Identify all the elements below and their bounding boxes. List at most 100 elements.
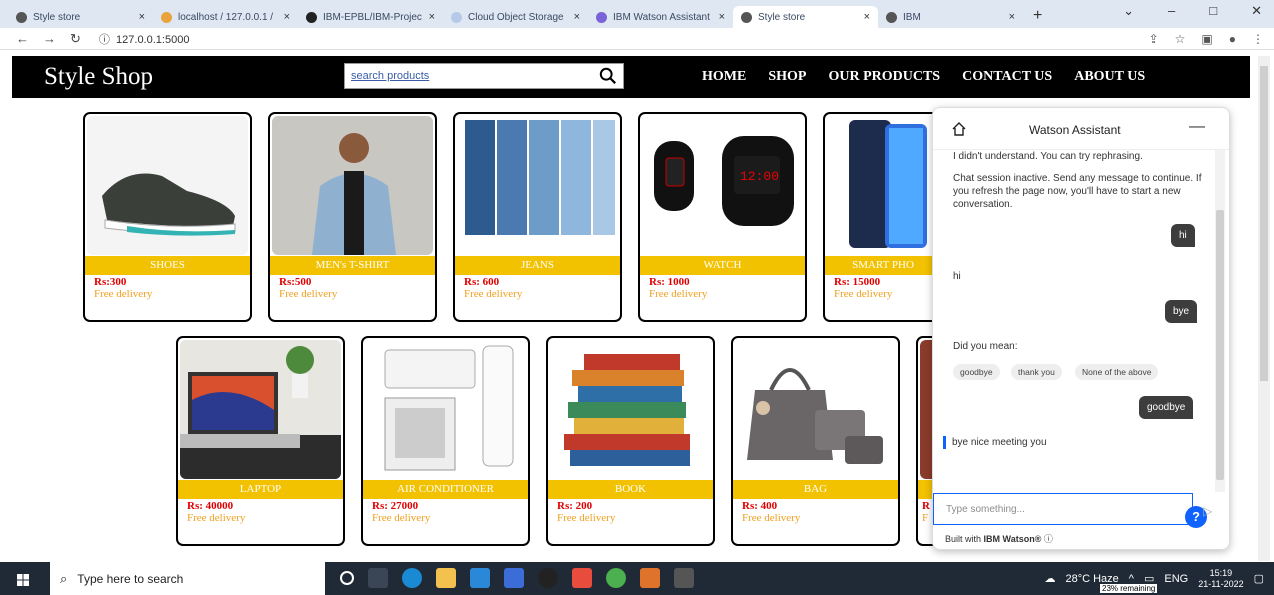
search-input[interactable]: search products [344, 63, 624, 89]
main-menu: HOME SHOP OUR PRODUCTS CONTACT US ABOUT … [702, 69, 1145, 85]
product-image-air-conditioner [365, 340, 526, 479]
browser-tab-bar: Style store × localhost / 127.0.0.1 /× IB… [0, 0, 1274, 28]
cloud-icon [451, 11, 462, 23]
product-name: BAG [733, 480, 898, 499]
close-tab-icon[interactable]: × [284, 11, 290, 23]
suggestion-chip[interactable]: None of the above [1075, 364, 1159, 380]
app-icon[interactable] [640, 568, 660, 588]
edge-icon[interactable] [402, 568, 422, 588]
bot-message: hi [953, 271, 961, 282]
search-placeholder: search products [351, 70, 430, 82]
close-tab-icon[interactable]: × [139, 11, 145, 23]
suggestion-chip[interactable]: goodbye [953, 364, 1000, 380]
weather-icon[interactable]: ☁ [1044, 572, 1055, 585]
send-icon[interactable]: ▷ [1203, 504, 1212, 518]
product-card-smartphone[interactable]: SMART PHO Rs: 15000 Free delivery [823, 112, 943, 322]
product-name: SHOES [85, 256, 250, 275]
product-card-jeans[interactable]: JEANS Rs: 600 Free delivery [453, 112, 622, 322]
sidebar-icon[interactable]: ▣ [1201, 32, 1212, 46]
minimize-button[interactable]: – [1168, 3, 1175, 19]
product-price: Rs:300 [94, 276, 127, 288]
browser-tab[interactable]: IBM-EPBL/IBM-Projec × [298, 6, 443, 28]
language-indicator[interactable]: ENG [1164, 573, 1188, 585]
product-card-shoes[interactable]: SHOES Rs:300 Free delivery [83, 112, 252, 322]
browser-tab[interactable]: localhost / 127.0.0.1 /× [153, 6, 298, 28]
menu-contact-us[interactable]: CONTACT US [962, 69, 1052, 85]
minimize-chat-icon[interactable]: — [1189, 118, 1205, 136]
reload-icon[interactable]: ↻ [70, 31, 81, 47]
product-card-air-conditioner[interactable]: AIR CONDITIONER Rs: 27000 Free delivery [361, 336, 530, 546]
user-message: bye [1165, 300, 1198, 323]
close-window-button[interactable]: ✕ [1251, 3, 1262, 19]
store-icon[interactable] [504, 568, 524, 588]
file-explorer-icon[interactable] [436, 568, 456, 588]
app-icon[interactable] [572, 568, 592, 588]
product-name: SMART PHO [825, 256, 941, 275]
product-delivery: Free delivery [649, 288, 708, 300]
product-delivery: Free delivery [464, 288, 523, 300]
product-card-laptop[interactable]: LAPTOP Rs: 40000 Free delivery [176, 336, 345, 546]
terminal-icon[interactable] [674, 568, 694, 588]
search-icon[interactable] [599, 67, 617, 85]
chevron-up-icon[interactable]: ^ [1129, 573, 1134, 585]
product-card-watch[interactable]: 12:00 WATCH Rs: 1000 Free delivery [638, 112, 807, 322]
watson-chat-widget: Watson Assistant — I didn't understand. … [932, 107, 1230, 550]
chrome-icon[interactable] [606, 568, 626, 588]
url-field[interactable]: ⓘ 127.0.0.1:5000 [99, 31, 190, 47]
site-logo[interactable]: Style Shop [44, 63, 153, 91]
product-image-tshirt [272, 116, 433, 255]
close-tab-icon[interactable]: × [719, 11, 725, 23]
taskbar-apps [340, 568, 694, 588]
product-delivery: Free delivery [94, 288, 153, 300]
product-name: MEN's T-SHIRT [270, 256, 435, 275]
product-name: AIR CONDITIONER [363, 480, 528, 499]
weather-text[interactable]: 28°C Haze [1065, 573, 1118, 585]
browser-tab[interactable]: Cloud Object Storage × [443, 6, 588, 28]
taskbar-search[interactable]: ⌕ Type here to search [50, 562, 325, 595]
chat-scrollbar[interactable] [1215, 150, 1225, 492]
browser-tab[interactable]: IBM × [878, 6, 1023, 28]
windows-start-icon[interactable] [17, 574, 29, 586]
product-image-book [550, 340, 711, 479]
menu-about-us[interactable]: ABOUT US [1074, 69, 1145, 85]
profile-avatar[interactable]: ● [1229, 32, 1236, 46]
back-icon[interactable]: ← [16, 31, 29, 47]
maximize-button[interactable]: □ [1209, 3, 1217, 19]
suggestion-chip[interactable]: thank you [1011, 364, 1062, 380]
info-icon[interactable]: ⓘ [1044, 534, 1053, 544]
mail-icon[interactable] [470, 568, 490, 588]
new-tab-button[interactable]: + [1033, 7, 1042, 25]
menu-our-products[interactable]: OUR PRODUCTS [828, 69, 940, 85]
product-image-smartphone [827, 116, 941, 255]
menu-home[interactable]: HOME [702, 69, 746, 85]
close-tab-icon[interactable]: × [429, 11, 435, 23]
clock[interactable]: 15:19 21-11-2022 [1198, 568, 1243, 590]
cortana-icon[interactable] [340, 571, 354, 585]
menu-kebab-icon[interactable]: ⋮ [1252, 32, 1264, 46]
close-tab-icon[interactable]: × [864, 11, 870, 23]
bookmark-star-icon[interactable]: ☆ [1175, 32, 1186, 46]
product-card-book[interactable]: BOOK Rs: 200 Free delivery [546, 336, 715, 546]
page-scrollbar[interactable] [1258, 56, 1270, 561]
product-price: Rs: 15000 [834, 276, 881, 288]
github-desktop-icon[interactable] [538, 568, 558, 588]
product-name: BOOK [548, 480, 713, 499]
task-view-icon[interactable] [368, 568, 388, 588]
product-card-tshirt[interactable]: MEN's T-SHIRT Rs:500 Free delivery [268, 112, 437, 322]
product-price: Rs: 27000 [372, 500, 419, 512]
home-icon[interactable] [951, 121, 967, 137]
product-card-bag[interactable]: BAG Rs: 400 Free delivery [731, 336, 900, 546]
close-tab-icon[interactable]: × [574, 11, 580, 23]
browser-tab[interactable]: Style store × [8, 6, 153, 28]
share-icon[interactable]: ⇪ [1149, 32, 1159, 46]
forward-icon[interactable]: → [43, 31, 56, 47]
menu-shop[interactable]: SHOP [768, 69, 806, 85]
chat-input[interactable]: Type something... [933, 493, 1193, 525]
notifications-icon[interactable]: ▢ [1254, 572, 1264, 585]
tab-list-icon[interactable]: ⌄ [1123, 3, 1134, 19]
close-tab-icon[interactable]: × [1009, 11, 1015, 23]
browser-tab[interactable]: IBM Watson Assistant × [588, 6, 733, 28]
site-navbar: Style Shop search products HOME SHOP OUR… [12, 56, 1250, 98]
product-delivery: Free delivery [742, 512, 801, 524]
browser-tab-active[interactable]: Style store × [733, 6, 878, 28]
